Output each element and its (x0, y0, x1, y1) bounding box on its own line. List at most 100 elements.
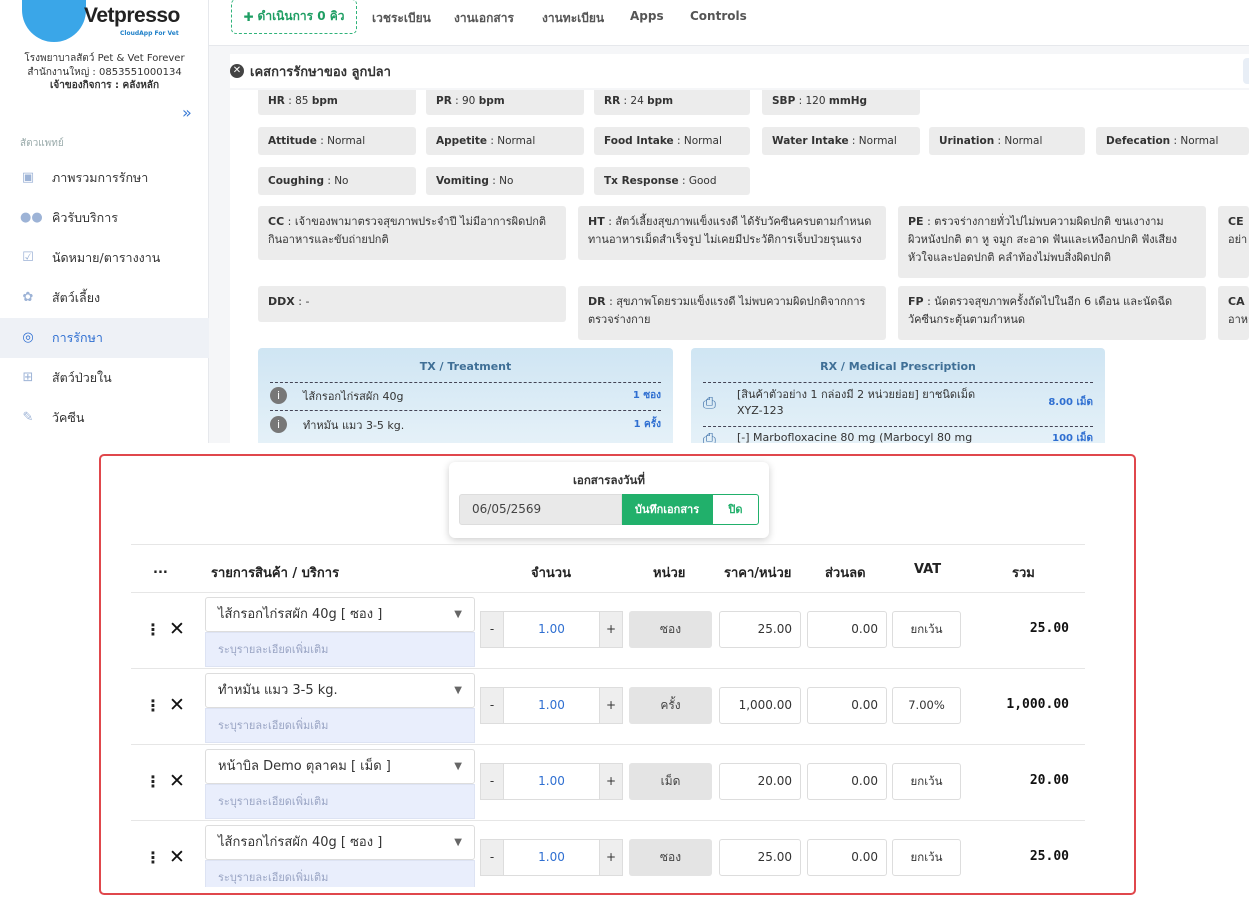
rx-panel: RX / Medical Prescription ⎙ [สินค้าตัวอย่… (691, 348, 1105, 443)
sidebar-item-pets[interactable]: ✿ สัตว์เลี้ยง (0, 278, 209, 318)
obs-water-intake: Water Intake : Normal (762, 127, 920, 155)
sidebar-item-label: สัตว์ป่วยใน (52, 370, 112, 385)
printer-icon[interactable]: ⎙ (703, 394, 723, 411)
item-select-value: ไส้กรอกไก่รสผัก 40g [ ซอง ] (218, 835, 383, 850)
qty-increase-button[interactable]: + (599, 687, 623, 724)
header-action-button[interactable] (1243, 58, 1249, 84)
sidebar-item-treatment-overview[interactable]: ▣ ภาพรวมการรักษา (0, 158, 209, 198)
rx-item-name: [สินค้าตัวอย่าง 1 กล่องมี 2 หน่วยย่อย] ย… (737, 387, 976, 417)
remove-row-icon[interactable]: ✕ (169, 694, 185, 716)
sidebar-item-label: สัตว์เลี้ยง (52, 290, 101, 305)
discount-input[interactable]: 0.00 (807, 763, 887, 800)
chevron-down-icon: ▼ (454, 837, 462, 848)
table-header: ... รายการสินค้า / บริการ จำนวน หน่วย รา… (131, 544, 1085, 593)
obs-vomiting: Vomiting : No (426, 167, 584, 195)
unit-field: ซอง (629, 611, 712, 648)
qty-increase-button[interactable]: + (599, 763, 623, 800)
chevron-down-icon: ▼ (454, 609, 462, 620)
note-ht: HT : สัตว์เลี้ยงสุขภาพแข็งแรงดี ได้รับวั… (578, 206, 886, 260)
clinic-name: โรงพยาบาลสัตว์ Pet & Vet Forever (24, 53, 185, 64)
price-input[interactable]: 25.00 (719, 611, 801, 648)
obs-coughing: Coughing : No (258, 167, 416, 195)
chevron-down-icon: ▼ (454, 685, 462, 696)
sidebar-item-treatment[interactable]: ◎ การรักษา (0, 318, 209, 358)
qty-input[interactable]: 1.00 (504, 611, 599, 648)
tx-item: i ทำหมัน แมว 3-5 kg. 1 ครั้ง (270, 410, 661, 438)
document-date-title: เอกสารลงวันที่ (572, 473, 645, 487)
row-total: 25.00 (1029, 849, 1069, 864)
more-options-icon[interactable]: ⋮ (145, 774, 161, 790)
table-row: ⋮ ✕ ไส้กรอกไก่รสผัก 40g [ ซอง ] ▼ ระบุราย… (131, 821, 1085, 887)
document-date-dialog: เอกสารลงวันที่ 06/05/2569 บันทึกเอกสาร ป… (449, 462, 769, 538)
qty-input[interactable]: 1.00 (504, 687, 599, 724)
medical-kit-icon: ▣ (21, 170, 35, 185)
rx-item-qty: 100 เม็ด (1052, 433, 1093, 443)
discount-input[interactable]: 0.00 (807, 839, 887, 876)
rx-item: ⎙ [-] Marbofloxacine 80 mg (Marbocyl 80 m… (703, 426, 1093, 443)
vat-select[interactable]: ยกเว้น (892, 763, 961, 800)
rx-item-name: [-] Marbofloxacine 80 mg (Marbocyl 80 mg (737, 431, 973, 443)
price-input[interactable]: 25.00 (719, 839, 801, 876)
qty-increase-button[interactable]: + (599, 611, 623, 648)
sidebar-item-vaccine[interactable]: ✎ วัคซีน (0, 398, 209, 438)
discount-input[interactable]: 0.00 (807, 611, 887, 648)
item-note-input[interactable]: ระบุรายละเอียดเพิ่มเติม (205, 632, 475, 667)
tab-documents[interactable]: งานเอกสาร (454, 9, 514, 28)
sidebar-item-queue[interactable]: ●● คิวรับบริการ (0, 198, 209, 238)
item-select[interactable]: ทำหมัน แมว 3-5 kg. ▼ (205, 673, 475, 708)
price-input[interactable]: 20.00 (719, 763, 801, 800)
item-select[interactable]: หน้าบิล Demo ตุลาคม [ เม็ด ] ▼ (205, 749, 475, 784)
item-note-input[interactable]: ระบุรายละเอียดเพิ่มเติม (205, 784, 475, 819)
qty-decrease-button[interactable]: - (480, 763, 504, 800)
sidebar-item-appointments[interactable]: ☑ นัดหมาย/ตารางงาน (0, 238, 209, 278)
tab-apps[interactable]: Apps (630, 9, 664, 23)
qty-increase-button[interactable]: + (599, 839, 623, 876)
tab-medical-records[interactable]: เวชระเบียน (372, 9, 431, 28)
document-date-input[interactable]: 06/05/2569 (459, 494, 622, 525)
qty-input[interactable]: 1.00 (504, 763, 599, 800)
more-options-icon[interactable]: ⋮ (145, 622, 161, 638)
sidebar-item-inpatient[interactable]: ⊞ สัตว์ป่วยใน (0, 358, 209, 398)
info-icon[interactable]: i (270, 387, 287, 404)
remove-row-icon[interactable]: ✕ (169, 846, 185, 868)
printer-icon[interactable]: ⎙ (703, 431, 723, 444)
item-select-value: หน้าบิล Demo ตุลาคม [ เม็ด ] (218, 759, 391, 774)
more-options-icon[interactable]: ⋮ (145, 698, 161, 714)
pin-icon: ✚ (243, 9, 254, 24)
item-note-input[interactable]: ระบุรายละเอียดเพิ่มเติม (205, 860, 475, 887)
info-icon[interactable]: i (270, 416, 287, 433)
item-select[interactable]: ไส้กรอกไก่รสผัก 40g [ ซอง ] ▼ (205, 597, 475, 632)
note-cc: CC : เจ้าของพามาตรวจสุขภาพประจำปี ไม่มีอ… (258, 206, 566, 260)
remove-row-icon[interactable]: ✕ (169, 770, 185, 792)
close-dialog-button[interactable]: ปิด (712, 494, 759, 525)
col-vat: VAT (914, 562, 942, 577)
tab-registration[interactable]: งานทะเบียน (542, 9, 604, 28)
save-document-button[interactable]: บันทึกเอกสาร (622, 494, 712, 525)
item-select[interactable]: ไส้กรอกไก่รสผัก 40g [ ซอง ] ▼ (205, 825, 475, 860)
vat-select[interactable]: ยกเว้น (892, 611, 961, 648)
discount-input[interactable]: 0.00 (807, 687, 887, 724)
tab-in-progress[interactable]: ✚ ดำเนินการ 0 คิว (231, 0, 357, 34)
col-unit: หน่วย (653, 566, 686, 581)
collapse-sidebar-icon[interactable]: » (182, 103, 192, 122)
top-navbar: ✚ ดำเนินการ 0 คิว เวชระเบียน งานเอกสาร งา… (209, 0, 1249, 46)
more-options-icon[interactable]: ⋮ (145, 850, 161, 866)
qty-input[interactable]: 1.00 (504, 839, 599, 876)
vat-select[interactable]: ยกเว้น (892, 839, 961, 876)
qty-decrease-button[interactable]: - (480, 687, 504, 724)
close-case-icon[interactable]: ✕ (230, 64, 244, 78)
vital-hr: HR : 85 bpm (258, 90, 416, 115)
brand-logo[interactable]: Vetpresso CloudApp For Vet (22, 0, 192, 44)
vat-select[interactable]: 7.00% (892, 687, 961, 724)
clinic-owner: เจ้าของกิจการ : คลังหลัก (49, 80, 159, 91)
item-note-input[interactable]: ระบุรายละเอียดเพิ่มเติม (205, 708, 475, 743)
price-input[interactable]: 1,000.00 (719, 687, 801, 724)
note-ce: CE อย่า (1218, 206, 1249, 278)
qty-decrease-button[interactable]: - (480, 839, 504, 876)
tab-controls[interactable]: Controls (690, 9, 747, 23)
sidebar: Vetpresso CloudApp For Vet โรงพยาบาลสัตว… (0, 0, 209, 443)
note-fp: FP : นัดตรวจสุขภาพครั้งถัดไปในอีก 6 เดือ… (898, 286, 1206, 340)
note-pe: PE : ตรวจร่างกายทั่วไปไม่พบความผิดปกติ ข… (898, 206, 1206, 278)
qty-decrease-button[interactable]: - (480, 611, 504, 648)
remove-row-icon[interactable]: ✕ (169, 618, 185, 640)
